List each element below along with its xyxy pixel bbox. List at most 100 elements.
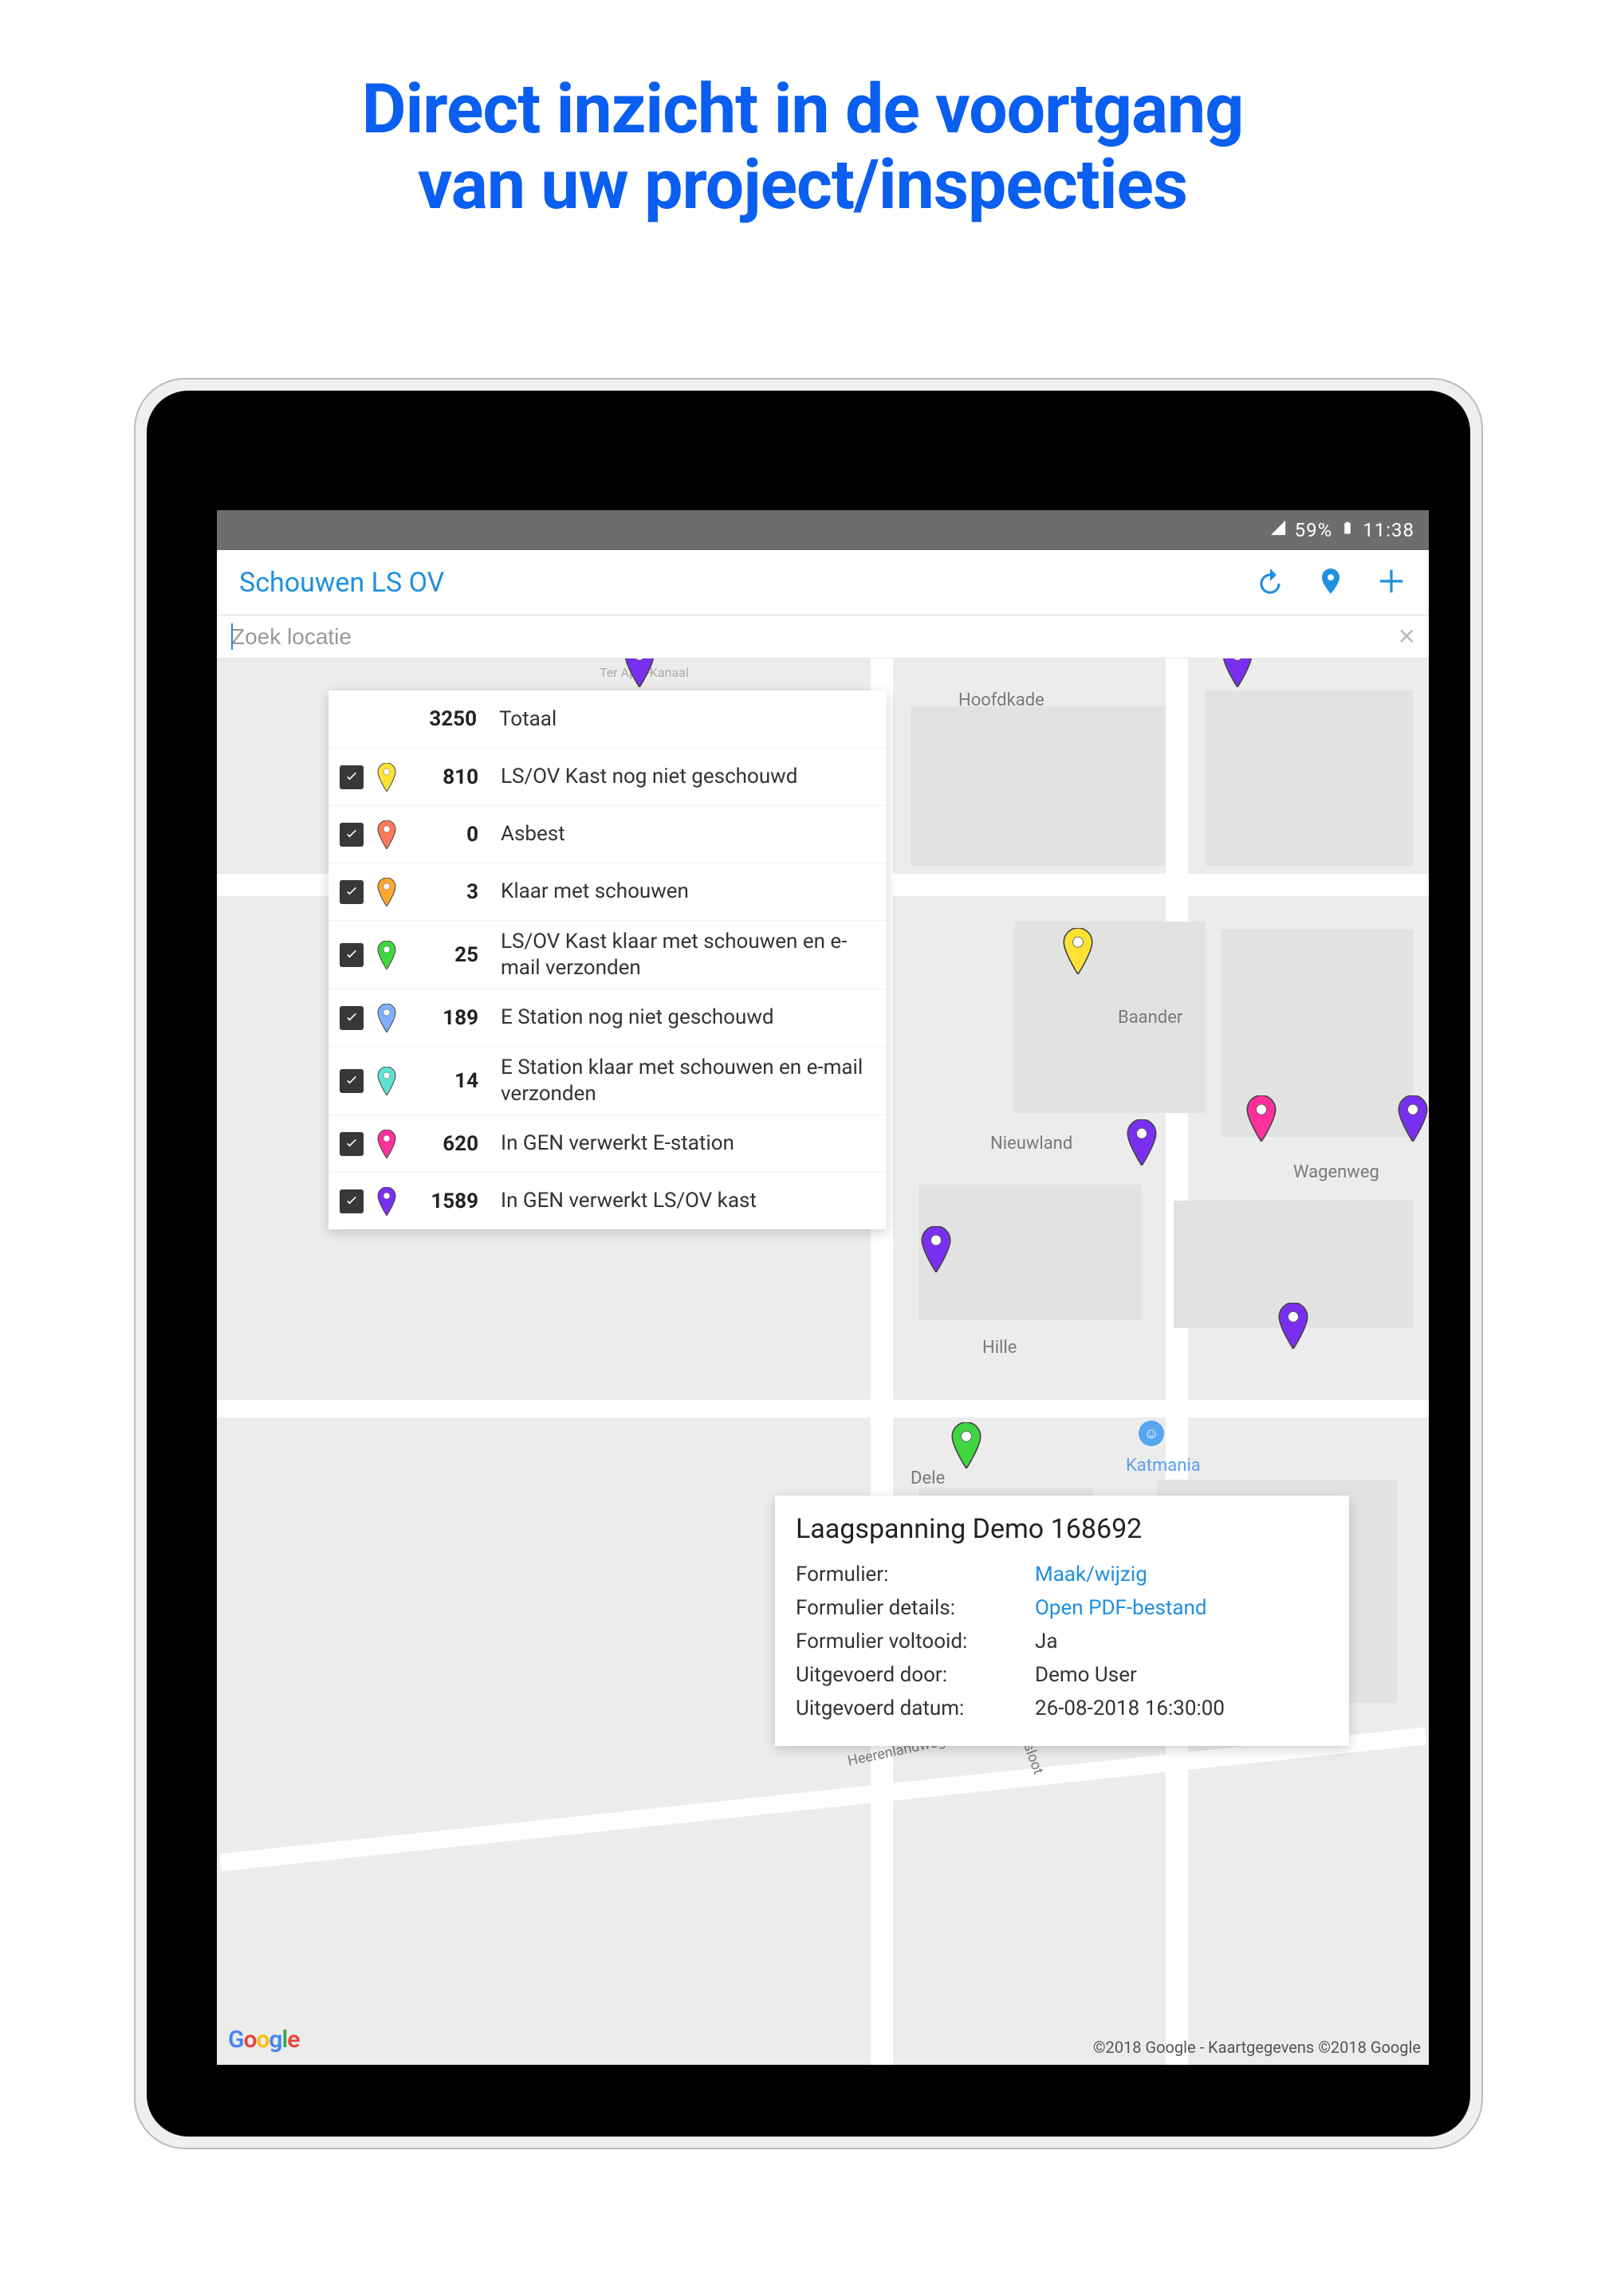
tablet-bezel: 59% 11:38 Schouwen LS OV xyxy=(147,391,1470,2137)
map-pin[interactable] xyxy=(622,659,657,690)
legend-label: LS/OV Kast klaar met schouwen en e-mail … xyxy=(501,929,872,981)
legend-row[interactable]: 189 E Station nog niet geschouwd xyxy=(328,989,887,1046)
android-status-bar: 59% 11:38 xyxy=(217,510,1429,550)
map-block xyxy=(911,706,1166,866)
legend-count: 25 xyxy=(407,943,478,967)
legend-row[interactable]: 3 Klaar met schouwen xyxy=(328,863,887,920)
legend-checkbox[interactable] xyxy=(340,1069,364,1093)
battery-percent: 59% xyxy=(1295,519,1333,541)
search-bar: ✕ xyxy=(217,615,1429,659)
legend-label: Klaar met schouwen xyxy=(501,879,689,905)
legend-pin-icon xyxy=(373,1004,400,1032)
map-pin[interactable] xyxy=(1220,659,1255,690)
map-pin[interactable] xyxy=(1276,1303,1311,1352)
info-row-form: Formulier: Maak/wijzig xyxy=(796,1558,1328,1591)
legend-panel: 3250 Totaal 810 LS/OV Kast nog niet gesc… xyxy=(328,690,887,1229)
legend-checkbox[interactable] xyxy=(340,1006,364,1030)
map-pin[interactable] xyxy=(1060,928,1096,977)
add-button[interactable] xyxy=(1376,566,1406,600)
location-button[interactable] xyxy=(1316,566,1346,600)
info-row-details: Formulier details: Open PDF-bestand xyxy=(796,1591,1328,1625)
signal-icon xyxy=(1269,519,1287,541)
heading-line1: Direct inzicht in de voortgang xyxy=(362,69,1244,149)
legend-checkbox[interactable] xyxy=(340,880,364,904)
legend-label: E Station nog niet geschouwd xyxy=(501,1005,774,1031)
app-bar: Schouwen LS OV xyxy=(217,550,1429,615)
info-label: Uitgevoerd door: xyxy=(796,1663,1035,1687)
legend-count: 810 xyxy=(407,765,478,789)
check-icon xyxy=(344,1193,360,1209)
heading-line2: van uw project/inspecties xyxy=(418,144,1187,225)
legend-count: 1589 xyxy=(407,1189,478,1213)
app-title: Schouwen LS OV xyxy=(239,567,1255,599)
location-pin-icon xyxy=(1316,566,1346,596)
legend-count: 189 xyxy=(407,1006,478,1030)
legend-row[interactable]: 0 Asbest xyxy=(328,805,887,863)
map-pin[interactable] xyxy=(1124,1119,1159,1169)
map-poi-label: Katmania xyxy=(1126,1456,1201,1476)
legend-pin-icon xyxy=(373,1067,400,1095)
legend-count: 0 xyxy=(407,823,478,847)
map-street-label: Wagenweg xyxy=(1293,1162,1379,1182)
map-pin[interactable] xyxy=(919,1226,954,1276)
legend-row[interactable]: 1589 In GEN verwerkt LS/OV kast xyxy=(328,1172,887,1229)
open-pdf-link[interactable]: Open PDF-bestand xyxy=(1035,1596,1207,1620)
check-icon xyxy=(344,1010,360,1026)
app-bar-actions xyxy=(1255,566,1406,600)
map-street-label: Baander xyxy=(1118,1008,1182,1028)
status-time: 11:38 xyxy=(1363,519,1414,541)
legend-checkbox[interactable] xyxy=(340,1132,364,1156)
legend-row[interactable]: 14 E Station klaar met schouwen en e-mai… xyxy=(328,1046,887,1115)
info-label: Uitgevoerd datum: xyxy=(796,1696,1035,1720)
map-copyright: ©2018 Google - Kaartgegevens ©2018 Googl… xyxy=(1093,2038,1421,2057)
legend-row[interactable]: 620 In GEN verwerkt E-station xyxy=(328,1115,887,1172)
check-icon xyxy=(344,827,360,843)
map-street-label: Nieuwland xyxy=(990,1134,1072,1154)
legend-checkbox[interactable] xyxy=(340,943,364,967)
legend-pin-icon xyxy=(373,1187,400,1216)
refresh-button[interactable] xyxy=(1255,566,1285,600)
plus-icon xyxy=(1376,566,1406,596)
clear-search-button[interactable]: ✕ xyxy=(1398,623,1429,650)
page-heading: Direct inzicht in de voortgang van uw pr… xyxy=(0,0,1605,222)
check-icon xyxy=(344,947,360,963)
form-edit-link[interactable]: Maak/wijzig xyxy=(1035,1563,1147,1586)
info-label: Formulier: xyxy=(796,1563,1035,1586)
legend-pin-icon xyxy=(373,1130,400,1158)
info-card: Laagspanning Demo 168692 Formulier: Maak… xyxy=(775,1496,1349,1746)
map-street-label: Dele xyxy=(911,1468,945,1488)
info-label: Formulier voltooid: xyxy=(796,1630,1035,1653)
legend-row[interactable]: 25 LS/OV Kast klaar met schouwen en e-ma… xyxy=(328,920,887,989)
map-pin[interactable] xyxy=(1244,1095,1279,1145)
legend-checkbox[interactable] xyxy=(340,765,364,789)
search-input[interactable] xyxy=(217,624,1398,650)
map-block xyxy=(1206,690,1413,866)
info-row-date: Uitgevoerd datum: 26-08-2018 16:30:00 xyxy=(796,1692,1328,1725)
info-row-by: Uitgevoerd door: Demo User xyxy=(796,1658,1328,1692)
map-poi-marker[interactable]: ☺ xyxy=(1139,1421,1164,1446)
legend-checkbox[interactable] xyxy=(340,1189,364,1213)
info-card-title: Laagspanning Demo 168692 xyxy=(796,1513,1328,1545)
tablet-frame: 59% 11:38 Schouwen LS OV xyxy=(134,378,1483,2149)
legend-pin-icon xyxy=(373,820,400,849)
legend-row[interactable]: 810 LS/OV Kast nog niet geschouwd xyxy=(328,748,887,805)
map-pin[interactable] xyxy=(949,1422,984,1472)
legend-checkbox[interactable] xyxy=(340,823,364,847)
legend-total-label: Totaal xyxy=(499,706,557,733)
poi-icon: ☺ xyxy=(1144,1425,1159,1442)
info-value: Ja xyxy=(1035,1630,1058,1653)
google-logo: Google xyxy=(228,2026,299,2054)
legend-count: 620 xyxy=(407,1132,478,1156)
legend-total-count: 3250 xyxy=(405,707,477,731)
legend-label: Asbest xyxy=(501,821,565,847)
legend-label: E Station klaar met schouwen en e-mail v… xyxy=(501,1055,872,1107)
map-road xyxy=(219,1728,1426,1872)
legend-pin-icon xyxy=(373,878,400,906)
close-icon: ✕ xyxy=(1398,623,1416,650)
check-icon xyxy=(344,1136,360,1152)
text-cursor xyxy=(231,623,233,650)
map-view[interactable]: Ter Apel-Kanaal Hoofdkade Baander Nieuwl… xyxy=(217,659,1429,2065)
map-street-label: Hille xyxy=(982,1338,1017,1358)
legend-count: 14 xyxy=(407,1069,478,1093)
map-pin[interactable] xyxy=(1395,1095,1429,1145)
